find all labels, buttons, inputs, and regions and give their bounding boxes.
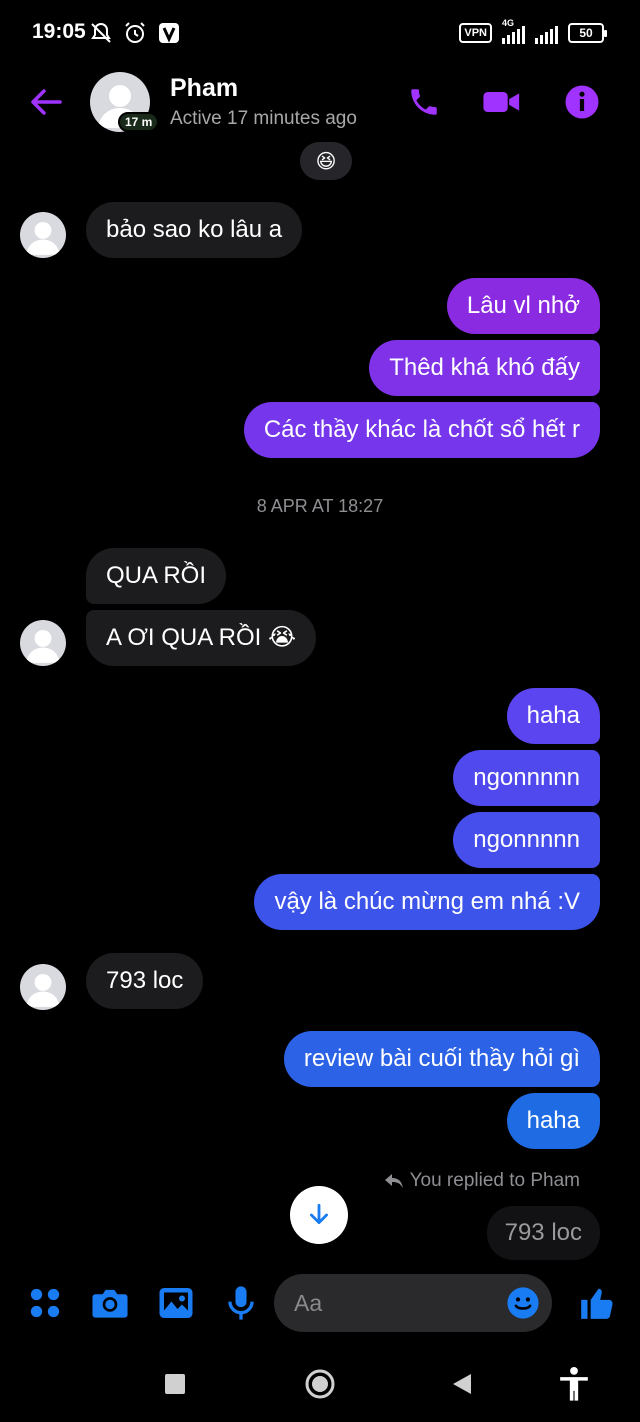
video-call-button[interactable] — [482, 82, 522, 122]
incoming-message[interactable]: 793 loc — [86, 953, 204, 1009]
network-type: 4G — [502, 18, 515, 28]
date-divider: 8 APR AT 18:27 — [256, 496, 384, 516]
replied-label: You replied to Pham — [409, 1170, 580, 1191]
thumbs-up-icon — [581, 1288, 613, 1319]
message-composer — [0, 1270, 640, 1340]
scroll-to-bottom-button[interactable] — [290, 1186, 348, 1244]
outgoing-message[interactable]: vậy là chúc mừng em nhá :V — [254, 874, 600, 930]
message-input[interactable] — [294, 1274, 494, 1332]
accessibility-button[interactable] — [554, 1364, 594, 1404]
active-status: Active 17 minutes ago — [170, 108, 357, 129]
replied-indicator: You replied to Pham — [384, 1170, 580, 1192]
square-icon — [165, 1374, 185, 1394]
default-avatar-icon — [26, 629, 60, 663]
smiley-icon — [507, 1287, 539, 1319]
camera-button[interactable] — [91, 1284, 129, 1322]
triangle-back-icon — [453, 1374, 471, 1394]
alarm-icon — [122, 20, 148, 46]
outgoing-message[interactable]: Lâu vl nhở — [446, 278, 600, 334]
vpn-badge: VPN — [459, 23, 492, 43]
battery-indicator: 50 — [568, 23, 607, 43]
outgoing-message[interactable]: Các thầy khác là chốt sổ hết r — [243, 402, 600, 458]
outgoing-message[interactable]: ngonnnnn — [453, 750, 600, 806]
outgoing-message[interactable]: review bài cuối thầy hỏi gì — [283, 1031, 600, 1087]
grid-dots-icon — [30, 1288, 60, 1318]
phone-icon — [411, 89, 437, 115]
home-button[interactable] — [300, 1364, 340, 1404]
v-app-icon — [156, 20, 182, 46]
like-button[interactable] — [578, 1284, 616, 1322]
signal-4g-icon: 4G — [502, 18, 525, 44]
outgoing-message[interactable]: haha — [506, 688, 600, 744]
status-time: 19:05 — [32, 20, 86, 43]
video-camera-icon — [483, 92, 520, 112]
outgoing-message[interactable]: haha — [506, 1093, 600, 1149]
recent-apps-button[interactable] — [155, 1364, 195, 1404]
incoming-message[interactable]: QUA RỒI — [86, 548, 227, 604]
sender-avatar[interactable] — [20, 620, 66, 666]
camera-icon — [92, 1289, 128, 1318]
reaction-chip[interactable]: 😆 — [300, 142, 352, 180]
default-avatar-icon — [26, 221, 60, 255]
incoming-message[interactable]: A ƠI QUA RỒI 😭 — [86, 610, 316, 666]
sender-avatar[interactable] — [20, 212, 66, 258]
back-nav-button[interactable] — [442, 1364, 482, 1404]
contact-name[interactable]: Pham — [170, 74, 238, 103]
conversation-info-button[interactable] — [562, 82, 602, 122]
more-actions-button[interactable] — [26, 1284, 64, 1322]
microphone-icon — [228, 1286, 254, 1320]
image-icon — [159, 1288, 193, 1318]
message-input-container[interactable] — [274, 1274, 552, 1332]
circle-home-icon — [305, 1369, 335, 1399]
outgoing-message[interactable]: Thêd khá khó đấy — [369, 340, 600, 396]
system-navigation-bar — [0, 1350, 640, 1422]
info-icon — [565, 85, 599, 119]
voice-call-button[interactable] — [404, 82, 444, 122]
default-avatar-icon — [26, 973, 60, 1007]
reply-arrow-icon — [384, 1174, 403, 1188]
signal-icon — [535, 22, 558, 44]
emoji-button[interactable] — [506, 1286, 540, 1320]
back-button[interactable] — [26, 82, 66, 122]
arrow-left-icon — [31, 89, 62, 115]
status-bar: 19:05 VPN 4G 50 — [0, 0, 640, 66]
reply-quote[interactable]: 793 loc — [486, 1206, 600, 1260]
active-time-badge: 17 m — [118, 112, 160, 132]
accessibility-icon — [560, 1366, 588, 1401]
arrow-down-icon — [310, 1203, 328, 1224]
conversation-header: 17 m Pham Active 17 minutes ago — [0, 66, 640, 146]
voice-record-button[interactable] — [222, 1284, 260, 1322]
notifications-off-icon — [88, 20, 114, 46]
outgoing-message[interactable]: ngonnnnn — [453, 812, 600, 868]
sender-avatar[interactable] — [20, 964, 66, 1010]
incoming-message[interactable]: bảo sao ko lâu a — [86, 202, 303, 258]
gallery-button[interactable] — [157, 1284, 195, 1322]
